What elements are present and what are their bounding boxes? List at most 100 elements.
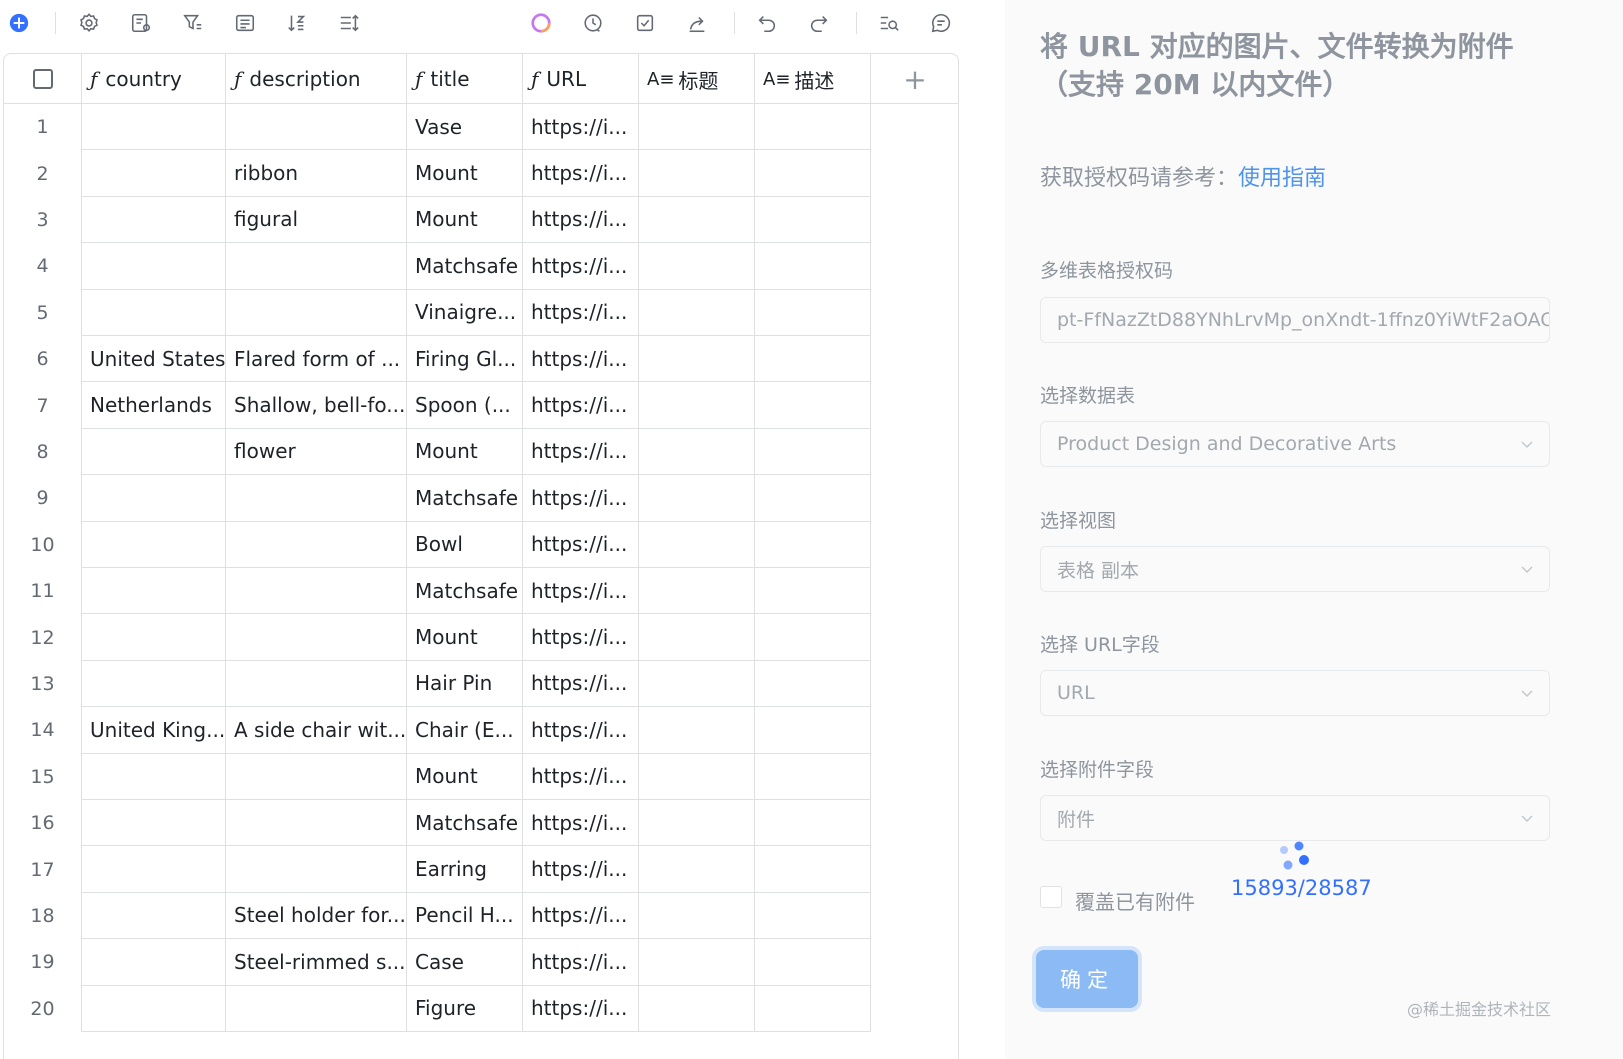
cell-url[interactable]: https://i... — [523, 892, 639, 940]
cell-biaoti[interactable] — [639, 382, 755, 429]
cell-title[interactable]: Matchsafe — [407, 568, 523, 615]
cell-description[interactable]: Flared form of ... — [226, 336, 407, 383]
cell-title[interactable]: Chair (E... — [407, 707, 523, 754]
cell-country[interactable] — [82, 243, 226, 290]
cell-description[interactable]: flower — [226, 428, 407, 476]
cell-url[interactable]: https://i... — [523, 846, 639, 893]
cell-title[interactable]: Figure — [407, 985, 523, 1032]
cell-title[interactable]: Mount — [407, 150, 523, 197]
cell-country[interactable]: Netherlands — [82, 382, 226, 429]
cell-url[interactable]: https://i... — [523, 614, 639, 661]
cell-biaoti[interactable] — [639, 614, 755, 661]
undo-icon[interactable] — [754, 10, 780, 36]
url-field-select[interactable]: URL — [1040, 670, 1550, 716]
cell-url[interactable]: https://i... — [523, 707, 639, 754]
table-row[interactable]: 19 Steel-rimmed s... Case https://i... — [4, 939, 958, 986]
cell-url[interactable]: https://i... — [523, 243, 639, 290]
column-header-url[interactable]: ƒ URL — [523, 54, 639, 104]
cell-description[interactable] — [226, 985, 407, 1032]
table-row[interactable]: 4 Matchsafe https://i... — [4, 243, 958, 290]
cell-url[interactable]: https://i... — [523, 568, 639, 615]
table-row[interactable]: 17 Earring https://i... — [4, 846, 958, 893]
cell-country[interactable] — [82, 660, 226, 708]
table-row[interactable]: 11 Matchsafe https://i... — [4, 568, 958, 615]
list-icon[interactable] — [232, 10, 258, 36]
cell-biaoti[interactable] — [639, 568, 755, 615]
table-row[interactable]: 14 United King... A side chair wit... Chair… — [4, 707, 958, 754]
guide-link[interactable]: 使用指南 — [1238, 166, 1326, 191]
cell-title[interactable]: Matchsafe — [407, 800, 523, 847]
cell-miaoshu[interactable] — [755, 892, 871, 940]
cell-miaoshu[interactable] — [755, 336, 871, 383]
cell-description[interactable] — [226, 475, 407, 522]
table-row[interactable]: 9 Matchsafe https://i... — [4, 475, 958, 522]
table-row[interactable]: 1 Vase https://i... — [4, 104, 958, 151]
cell-description[interactable]: Steel holder for... — [226, 892, 407, 940]
column-header-title[interactable]: ƒ title — [407, 54, 523, 104]
token-input[interactable]: pt-FfNazZtD88YNhLrvMp_onXndt-1ffnz0YiWtF… — [1040, 297, 1550, 343]
column-header-biaoti[interactable]: A≡ 标题 — [639, 54, 755, 104]
cell-url[interactable]: https://i... — [523, 382, 639, 429]
cell-description[interactable] — [226, 104, 407, 151]
cell-url[interactable]: https://i... — [523, 753, 639, 800]
cell-biaoti[interactable] — [639, 660, 755, 708]
column-header-description[interactable]: ƒ description — [226, 54, 407, 104]
confirm-button[interactable]: 确定 — [1036, 950, 1138, 1008]
search-icon[interactable] — [876, 10, 902, 36]
cell-url[interactable]: https://i... — [523, 336, 639, 383]
cell-biaoti[interactable] — [639, 428, 755, 476]
cell-miaoshu[interactable] — [755, 150, 871, 197]
cell-title[interactable]: Pencil H... — [407, 892, 523, 940]
cell-country[interactable] — [82, 985, 226, 1032]
cell-country[interactable] — [82, 150, 226, 197]
row-height-icon[interactable] — [336, 10, 362, 36]
cell-title[interactable]: Firing Gl... — [407, 336, 523, 383]
cell-biaoti[interactable] — [639, 196, 755, 244]
cell-miaoshu[interactable] — [755, 289, 871, 336]
cell-title[interactable]: Case — [407, 939, 523, 986]
cell-title[interactable]: Spoon (... — [407, 382, 523, 429]
cell-country[interactable] — [82, 289, 226, 336]
cell-miaoshu[interactable] — [755, 846, 871, 893]
cell-title[interactable]: Matchsafe — [407, 243, 523, 290]
cell-title[interactable]: Mount — [407, 753, 523, 800]
comment-icon[interactable] — [928, 10, 954, 36]
cell-url[interactable]: https://i... — [523, 660, 639, 708]
cell-biaoti[interactable] — [639, 336, 755, 383]
cell-description[interactable]: Steel-rimmed s... — [226, 939, 407, 986]
cell-description[interactable] — [226, 521, 407, 568]
cell-country[interactable] — [82, 475, 226, 522]
settings-icon[interactable] — [76, 10, 102, 36]
cell-miaoshu[interactable] — [755, 985, 871, 1032]
cell-title[interactable]: Matchsafe — [407, 475, 523, 522]
cell-description[interactable] — [226, 660, 407, 708]
cell-miaoshu[interactable] — [755, 707, 871, 754]
cell-country[interactable] — [82, 614, 226, 661]
ai-icon[interactable] — [528, 10, 554, 36]
table-row[interactable]: 20 Figure https://i... — [4, 985, 958, 1032]
cell-biaoti[interactable] — [639, 475, 755, 522]
column-header-miaoshu[interactable]: A≡ 描述 — [755, 54, 871, 104]
cell-url[interactable]: https://i... — [523, 800, 639, 847]
cell-biaoti[interactable] — [639, 243, 755, 290]
table-row[interactable]: 6 United States Flared form of ... Firing G… — [4, 336, 958, 383]
cell-biaoti[interactable] — [639, 846, 755, 893]
table-row[interactable]: 18 Steel holder for... Pencil H... https://… — [4, 892, 958, 940]
cell-country[interactable] — [82, 939, 226, 986]
share-icon[interactable] — [684, 10, 710, 36]
cell-description[interactable] — [226, 753, 407, 800]
cell-miaoshu[interactable] — [755, 521, 871, 568]
cell-country[interactable] — [82, 568, 226, 615]
cell-url[interactable]: https://i... — [523, 150, 639, 197]
cell-biaoti[interactable] — [639, 939, 755, 986]
cell-country[interactable]: United King... — [82, 707, 226, 754]
table-row[interactable]: 2 ribbon Mount https://i... — [4, 150, 958, 197]
cell-title[interactable]: Mount — [407, 196, 523, 244]
column-header-country[interactable]: ƒ country — [82, 54, 226, 104]
cell-miaoshu[interactable] — [755, 568, 871, 615]
cell-title[interactable]: Vinaigre... — [407, 289, 523, 336]
cell-country[interactable] — [82, 800, 226, 847]
cell-miaoshu[interactable] — [755, 428, 871, 476]
cell-url[interactable]: https://i... — [523, 196, 639, 244]
overwrite-checkbox[interactable] — [1040, 886, 1062, 908]
